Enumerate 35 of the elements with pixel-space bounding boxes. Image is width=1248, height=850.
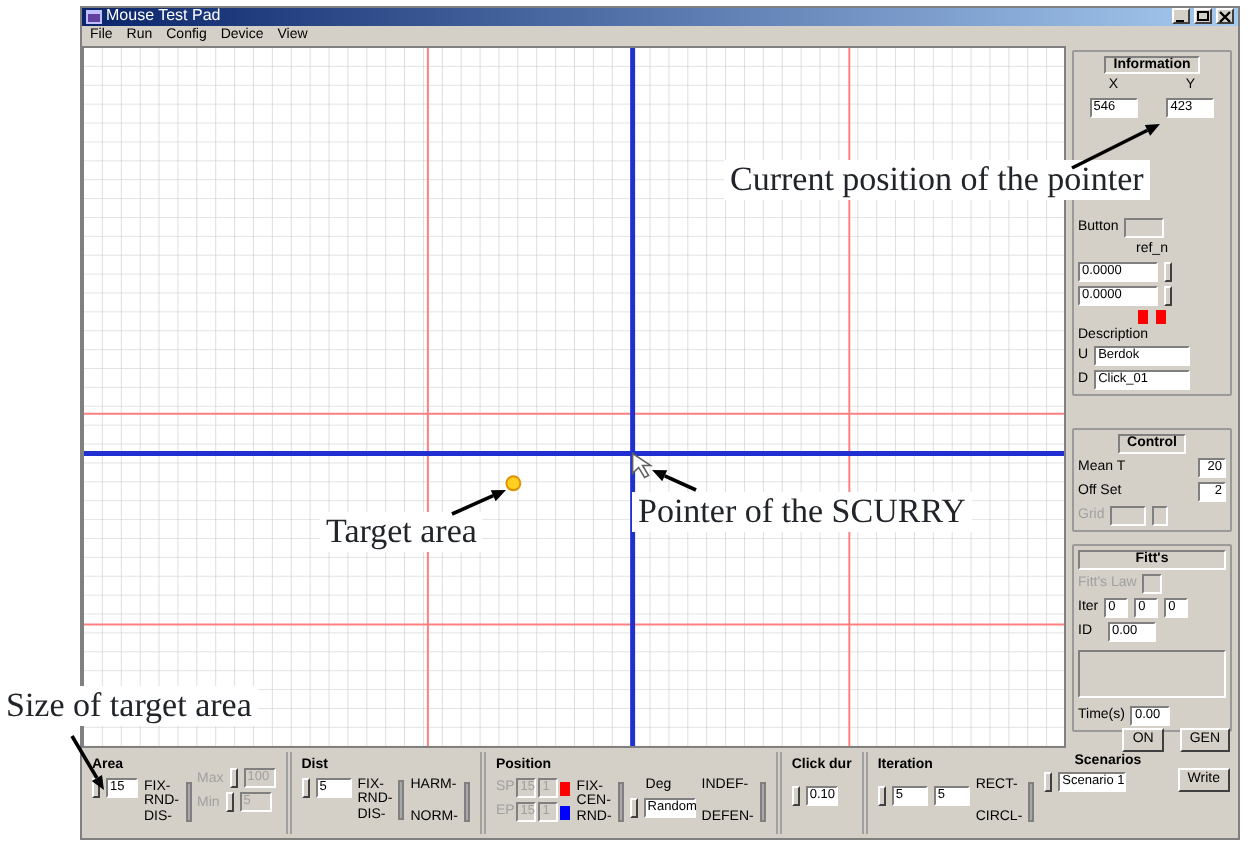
- spin-button[interactable]: [225, 792, 234, 813]
- slider-track[interactable]: [1028, 781, 1035, 822]
- maximize-button[interactable]: [1194, 8, 1212, 25]
- window-title: Mouse Test Pad: [106, 8, 221, 26]
- minimize-button[interactable]: [1172, 8, 1190, 25]
- slider-track[interactable]: [759, 781, 766, 822]
- spin-button[interactable]: [1044, 771, 1053, 792]
- empty-field[interactable]: [1142, 573, 1163, 594]
- spin-button[interactable]: [877, 786, 886, 807]
- slider-track[interactable]: [617, 782, 624, 823]
- spin-button[interactable]: [301, 778, 310, 799]
- input-field[interactable]: [1110, 505, 1147, 526]
- spin-button[interactable]: [1164, 261, 1172, 282]
- spin-button[interactable]: [229, 768, 238, 789]
- callout-arrow: [1071, 124, 1160, 170]
- slider-track[interactable]: [463, 781, 470, 822]
- callout-text: Current position of the pointer: [724, 160, 1150, 201]
- close-icon: [1218, 9, 1232, 24]
- text-area[interactable]: [1078, 649, 1226, 698]
- spin-button[interactable]: [1164, 285, 1172, 306]
- empty-field[interactable]: [1124, 217, 1165, 238]
- close-button[interactable]: [1216, 8, 1234, 25]
- spin-button[interactable]: [629, 798, 638, 819]
- pointer-icon: [631, 451, 654, 478]
- target-dot: [505, 474, 522, 491]
- callout-text: Target area: [320, 512, 483, 553]
- spin-button[interactable]: [791, 786, 800, 807]
- app-icon: [86, 9, 102, 24]
- slider-track[interactable]: [398, 780, 405, 821]
- maximize-icon: [1196, 9, 1210, 24]
- input-field[interactable]: [1152, 505, 1169, 526]
- callout-arrow: [652, 470, 697, 492]
- callout-text: Pointer of the SCURRY: [632, 492, 972, 533]
- slider-track[interactable]: [185, 782, 191, 823]
- callout-arrow: [451, 490, 506, 516]
